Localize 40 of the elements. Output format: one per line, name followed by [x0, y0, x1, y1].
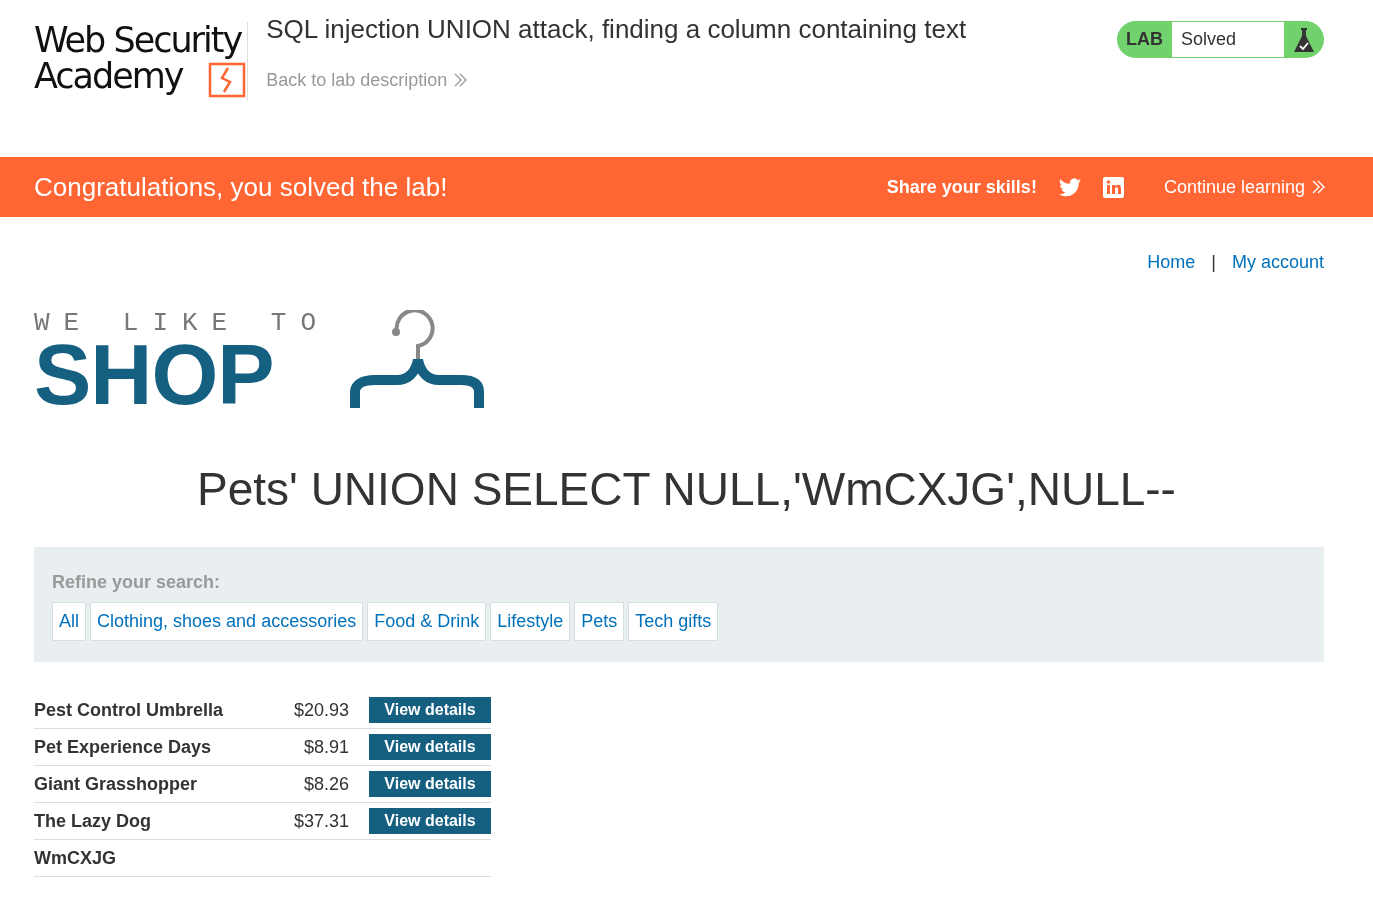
product-price: $8.91 [302, 735, 349, 759]
back-link[interactable]: Back to lab description [266, 67, 468, 95]
separator-text: | [1211, 251, 1216, 274]
view-details-button[interactable]: View details [369, 808, 491, 835]
lab-title: SQL injection UNION attack, finding a column containing text [266, 14, 968, 46]
hanger-icon [350, 310, 485, 410]
filter-label: Refine your search: [52, 571, 222, 595]
chevron-icon [1311, 178, 1325, 195]
product-price: $37.31 [292, 809, 349, 833]
logo-text: Academy [34, 58, 183, 94]
shop-logo-text: SHOP [34, 336, 274, 412]
lab-status-badge: LAB Solved [1117, 21, 1324, 58]
logo-mark-icon [208, 60, 248, 100]
banner-message: Congratulations, you solved the lab! [34, 170, 448, 204]
product-name: The Lazy Dog [34, 809, 152, 833]
continue-learning-link[interactable]: Continue learning [1163, 173, 1325, 201]
view-details-button[interactable]: View details [369, 697, 491, 724]
category-link[interactable]: Food & Drink [367, 602, 487, 642]
twitter-bird-icon[interactable] [1058, 177, 1081, 197]
product-name: Pet Experience Days [34, 735, 213, 759]
category-link[interactable]: Clothing, shoes and accessories [90, 602, 364, 642]
nav-link[interactable]: My account [1231, 249, 1324, 276]
share-label: Share your skills! [886, 175, 1037, 199]
view-details-button[interactable]: View details [369, 771, 491, 798]
chevron-icon [453, 72, 468, 89]
category-link[interactable]: Tech gifts [628, 602, 719, 642]
logo-text: Web Security [34, 22, 242, 58]
tagline-text: WE LIKE TO [34, 310, 331, 336]
nav-link[interactable]: Home [1147, 249, 1196, 276]
product-name: Giant Grasshopper [34, 772, 199, 796]
product-price: $8.26 [302, 772, 349, 796]
search-heading: Pets' UNION SELECT NULL,'WmCXJG',NULL-- [196, 462, 1177, 517]
category-link[interactable]: All [52, 602, 86, 642]
linkedin-icon[interactable] [1102, 176, 1124, 198]
product-name: WmCXJG [34, 846, 117, 870]
product-name: Pest Control Umbrella [34, 698, 225, 722]
product-price: $20.93 [292, 698, 349, 722]
category-link[interactable]: Lifestyle [490, 602, 571, 642]
category-link[interactable]: Pets [574, 602, 625, 642]
view-details-button[interactable]: View details [369, 734, 491, 761]
